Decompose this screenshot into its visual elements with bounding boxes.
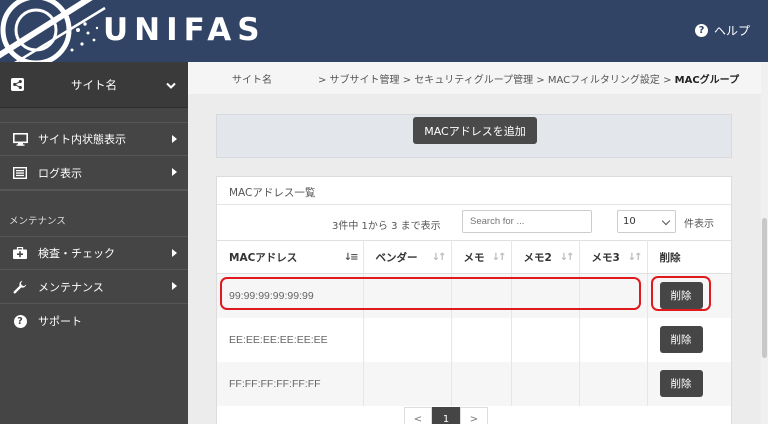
mac-cell: EE:EE:EE:EE:EE:EE: [217, 317, 364, 362]
mac-cell: FF:FF:FF:FF:FF:FF: [217, 361, 364, 406]
sidebar-item-inspection[interactable]: 検査・チェック: [0, 236, 188, 270]
sidebar-item-log[interactable]: ログ表示: [0, 156, 188, 190]
search-input[interactable]: [462, 210, 592, 233]
question-circle-icon: ?: [12, 314, 28, 328]
sidebar-item-site-status[interactable]: サイト内状態表示: [0, 122, 188, 156]
chevron-down-icon: [166, 82, 176, 89]
card-title: MACアドレス一覧: [217, 177, 731, 205]
mac-address-table: MACアドレス ↓≡ ベンダー ↓↑ メモ ↓↑ メモ2 ↓↑ メモ3 ↓↑ 削除 99:…: [217, 240, 731, 406]
column-header-delete: 削除: [647, 240, 731, 274]
sidebar: サイト名 サイト内状態表示 ログ表示 メンテナンス 検査・チェック メンテナンス: [0, 62, 188, 424]
memo3-cell: [579, 317, 648, 362]
delete-button[interactable]: 削除: [659, 326, 703, 353]
medkit-icon: [12, 247, 28, 259]
sidebar-item-label: メンテナンス: [38, 280, 104, 294]
memo2-cell: [511, 317, 580, 362]
help-link[interactable]: ? ヘルプ: [694, 22, 750, 39]
vendor-cell: [363, 317, 452, 362]
site-selector[interactable]: サイト名: [0, 62, 188, 108]
sidebar-item-support[interactable]: ? サポート: [0, 304, 188, 338]
sort-icon: ↓↑: [491, 252, 507, 263]
column-header-memo2[interactable]: メモ2 ↓↑: [511, 240, 580, 274]
highlight-delete-button-outline: [651, 276, 711, 311]
memo3-cell: [579, 361, 648, 406]
pagination: < 1 >: [404, 407, 488, 424]
scrollbar-thumb[interactable]: [762, 218, 767, 358]
breadcrumb-site[interactable]: サイト名: [232, 71, 272, 86]
vendor-cell: [363, 361, 452, 406]
help-label: ヘルプ: [713, 24, 750, 38]
sidebar-item-maintenance[interactable]: メンテナンス: [0, 270, 188, 304]
column-header-vendor[interactable]: ベンダー ↓↑: [363, 240, 452, 274]
chevron-down-icon: [661, 216, 671, 226]
highlight-row-outline: [220, 277, 641, 310]
add-mac-address-button[interactable]: MACアドレスを追加: [413, 117, 537, 144]
maintenance-section-heading: メンテナンス: [0, 190, 188, 236]
action-panel: MACアドレスを追加: [216, 114, 732, 158]
list-icon: [12, 166, 28, 179]
caret-right-icon: [172, 249, 177, 257]
pagination-prev[interactable]: <: [404, 407, 432, 424]
caret-right-icon: [172, 168, 177, 176]
breadcrumb: サイト名 > サブサイト管理 > セキュリティグループ管理 > MACフィルタリ…: [188, 62, 768, 94]
delete-button[interactable]: 削除: [659, 370, 703, 397]
page-size-select[interactable]: 10: [617, 210, 676, 233]
sort-icon: ↓↑: [431, 252, 447, 263]
column-header-mac[interactable]: MACアドレス ↓≡: [217, 240, 364, 274]
sort-asc-icon: ↓≡: [343, 252, 359, 263]
memo-cell: [451, 317, 512, 362]
sort-icon: ↓↑: [627, 252, 643, 263]
column-header-memo[interactable]: メモ ↓↑: [451, 240, 512, 274]
vertical-scrollbar[interactable]: [761, 62, 768, 424]
unifas-logo-graphic: [0, 0, 106, 62]
column-header-memo3[interactable]: メモ3 ↓↑: [579, 240, 648, 274]
record-count-text: 3件中 1から 3 まで表示: [332, 221, 441, 232]
pagination-page-current[interactable]: 1: [432, 407, 460, 424]
per-page-label: 件表示: [684, 219, 714, 230]
question-icon: ?: [694, 24, 708, 37]
sidebar-item-label: サイト内状態表示: [38, 133, 126, 146]
monitor-icon: [12, 132, 28, 146]
caret-right-icon: [172, 282, 177, 290]
sort-icon: ↓↑: [559, 252, 575, 263]
pagination-next[interactable]: >: [460, 407, 488, 424]
breadcrumb-path-prefix[interactable]: > サブサイト管理 > セキュリティグループ管理 > MACフィルタリング設定 …: [318, 75, 671, 86]
main-content: サイト名 > サブサイト管理 > セキュリティグループ管理 > MACフィルタリ…: [188, 62, 768, 424]
top-header: UNIFAS ? ヘルプ: [0, 0, 768, 62]
sidebar-item-label: ログ表示: [38, 166, 82, 180]
delete-cell: 削除: [647, 317, 731, 362]
wrench-icon: [12, 280, 28, 294]
memo-cell: [451, 361, 512, 406]
sidebar-item-label: 検査・チェック: [38, 247, 115, 260]
table-row: FF:FF:FF:FF:FF:FF 削除: [217, 361, 731, 406]
memo2-cell: [511, 361, 580, 406]
delete-cell: 削除: [647, 361, 731, 406]
breadcrumb-current: MACグループ: [674, 75, 740, 86]
breadcrumb-path: > サブサイト管理 > セキュリティグループ管理 > MACフィルタリング設定 …: [318, 71, 739, 86]
page-size-value: 10: [623, 216, 636, 227]
site-name-label: サイト名: [71, 77, 117, 92]
caret-right-icon: [172, 135, 177, 143]
table-row: EE:EE:EE:EE:EE:EE 削除: [217, 317, 731, 362]
sidebar-item-label: サポート: [38, 315, 82, 328]
app-logo-text: UNIFAS: [103, 12, 266, 48]
